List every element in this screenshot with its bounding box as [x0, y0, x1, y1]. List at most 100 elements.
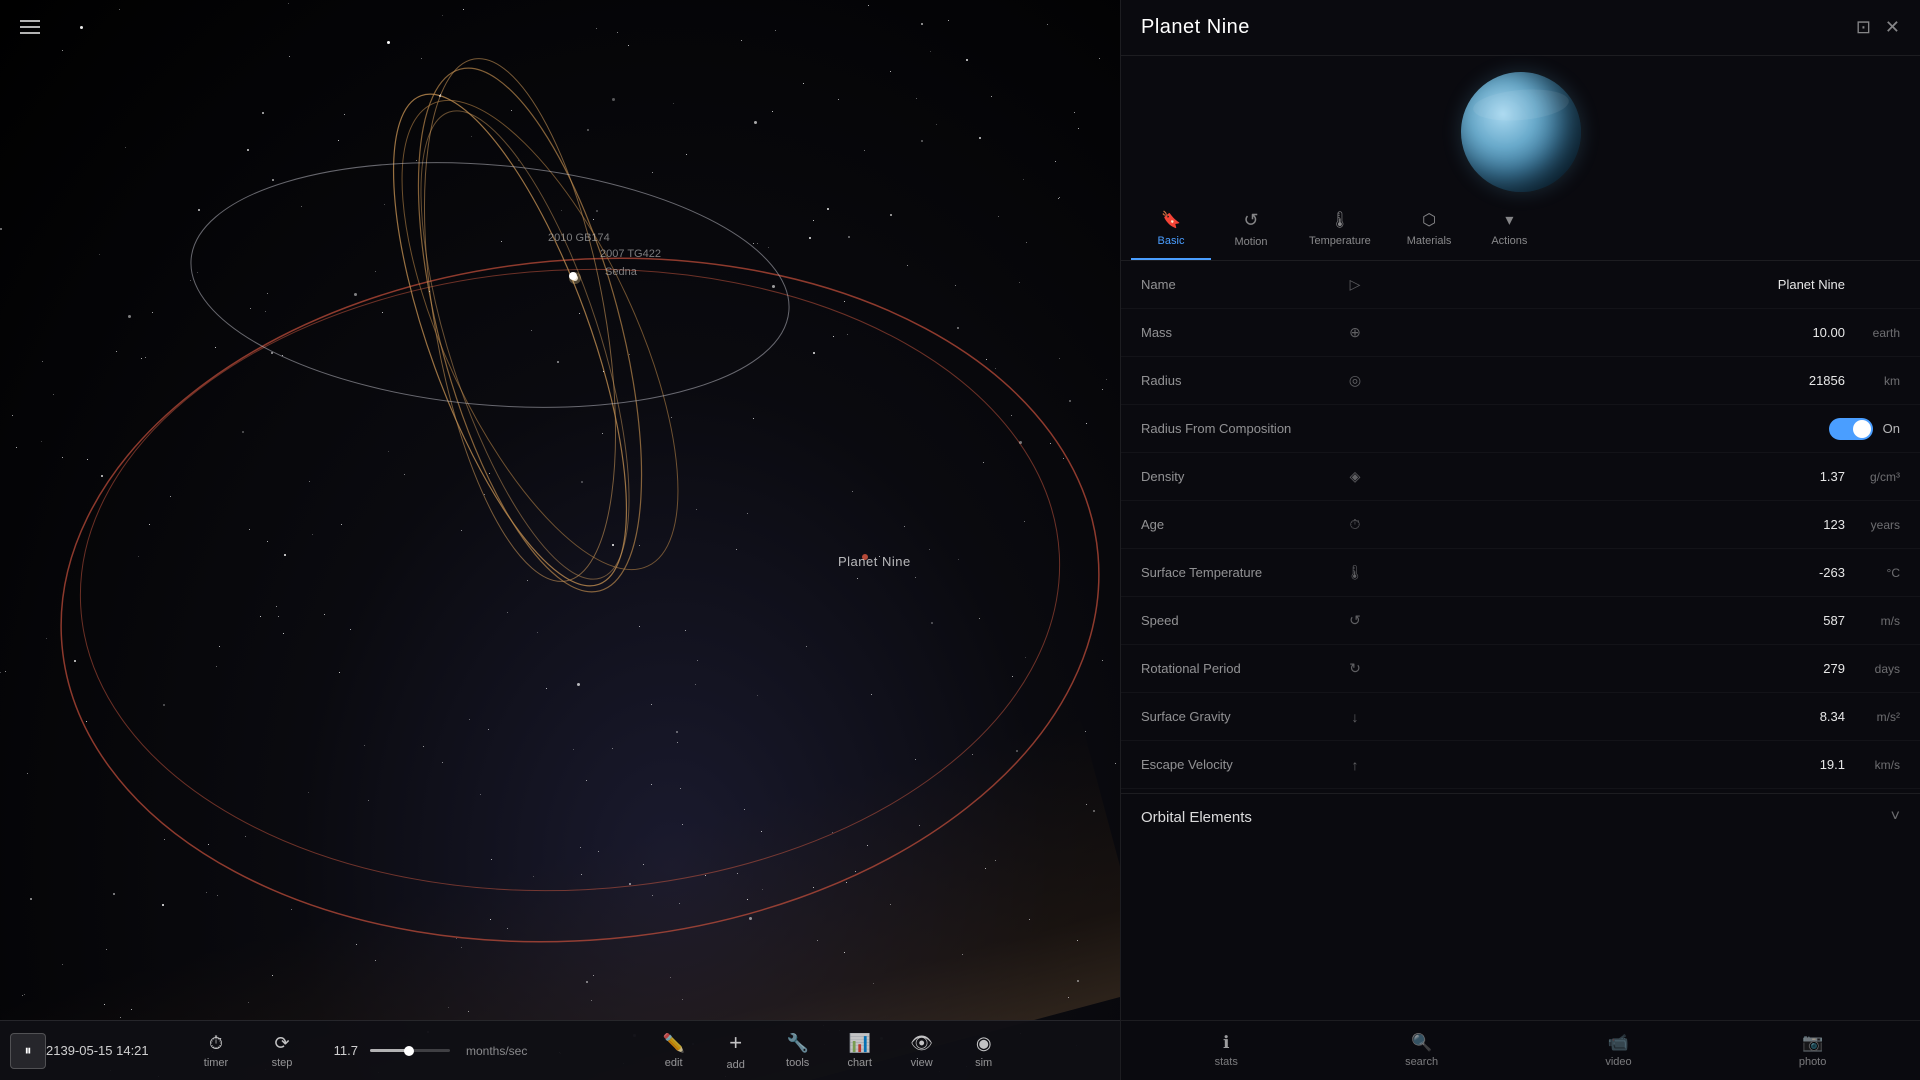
properties-list: Name ▷ Planet Nine Mass ⊕ 10.00 earth Ra…: [1121, 261, 1920, 1020]
pause-button[interactable]: ⏸: [10, 1033, 46, 1069]
prop-row-radius: Radius ◎ 21856 km: [1121, 357, 1920, 405]
prop-icon-surface-gravity: ↓: [1341, 709, 1369, 725]
speed-slider[interactable]: [370, 1049, 450, 1052]
edit-tool[interactable]: ✏️ edit: [644, 1028, 704, 1074]
space-background: 2010 GB174 2007 TG422 Sedna Planet Nine: [0, 0, 1120, 1080]
search-tool[interactable]: 🔍 search: [1393, 1028, 1450, 1073]
prop-unit-surface-temp: °C: [1845, 566, 1900, 580]
step-button[interactable]: ⟳ step: [252, 1028, 312, 1074]
panel-bottom-bar: ℹ stats 🔍 search 📹 video 📷 photo: [1121, 1020, 1920, 1080]
speed-unit: months/sec: [466, 1044, 527, 1058]
prop-row-age: Age ⏱ 123 years: [1121, 501, 1920, 549]
timer-button[interactable]: ⏱ timer: [186, 1028, 246, 1074]
prop-unit-escape-velocity: km/s: [1845, 758, 1900, 772]
prop-unit-age: years: [1845, 518, 1900, 532]
prop-value-radius: 21856: [1369, 373, 1845, 388]
prop-label-surface-temp: Surface Temperature: [1141, 565, 1341, 580]
prop-value-name: Planet Nine: [1369, 277, 1845, 292]
prop-label-rotational-period: Rotational Period: [1141, 661, 1341, 676]
prop-row-surface-temp: Surface Temperature 🌡 -263 °C: [1121, 549, 1920, 597]
prop-label-speed: Speed: [1141, 613, 1341, 628]
prop-icon-mass: ⊕: [1341, 324, 1369, 341]
time-display: 2139-05-15 14:21: [46, 1043, 186, 1058]
prop-row-escape-velocity: Escape Velocity ↑ 19.1 km/s: [1121, 741, 1920, 789]
prop-value-speed: 587: [1369, 613, 1845, 628]
prop-row-name: Name ▷ Planet Nine: [1121, 261, 1920, 309]
pin-button[interactable]: ⊡: [1856, 17, 1871, 38]
right-panel: Planet Nine ⊡ ✕ 🔖 Basic ↺ Motion 🌡 Tempe…: [1120, 0, 1920, 1080]
toolbar-tools: ✏️ edit + add 🔧 tools 📊 chart 👁 view ◉ s…: [547, 1025, 1110, 1076]
prop-unit-mass: earth: [1845, 326, 1900, 340]
prop-label-escape-velocity: Escape Velocity: [1141, 757, 1341, 772]
prop-label-age: Age: [1141, 517, 1341, 532]
toggle-container: On: [1341, 418, 1900, 440]
tab-actions[interactable]: ▾ Actions: [1469, 200, 1549, 260]
orbital-elements-header[interactable]: Orbital Elements ˅: [1121, 793, 1920, 840]
prop-value-mass: 10.00: [1369, 325, 1845, 340]
prop-icon-rotational-period: ↻: [1341, 660, 1369, 677]
kbo-label-1: 2010 GB174: [548, 232, 610, 244]
prop-label-radius-composition: Radius From Composition: [1141, 421, 1341, 436]
prop-label-radius: Radius: [1141, 373, 1341, 388]
orbital-elements-title: Orbital Elements: [1141, 809, 1252, 826]
panel-title: Planet Nine: [1141, 16, 1250, 39]
prop-value-age: 123: [1369, 517, 1845, 532]
prop-unit-rotational-period: days: [1845, 662, 1900, 676]
prop-label-surface-gravity: Surface Gravity: [1141, 709, 1341, 724]
kbo-label-2: 2007 TG422: [600, 248, 661, 260]
prop-icon-radius: ◎: [1341, 372, 1369, 389]
chart-tool[interactable]: 📊 chart: [830, 1028, 890, 1074]
add-tool[interactable]: + add: [706, 1025, 766, 1076]
photo-tool[interactable]: 📷 photo: [1787, 1028, 1839, 1073]
orbital-canvas: [0, 0, 1120, 1080]
tab-nav: 🔖 Basic ↺ Motion 🌡 Temperature ⬡ Materia…: [1121, 200, 1920, 261]
hamburger-menu[interactable]: [14, 14, 46, 40]
planet-thumbnail: [1121, 56, 1920, 200]
prop-label-mass: Mass: [1141, 325, 1341, 340]
prop-row-surface-gravity: Surface Gravity ↓ 8.34 m/s²: [1121, 693, 1920, 741]
panel-header: Planet Nine ⊡ ✕: [1121, 0, 1920, 56]
prop-row-density: Density ◈ 1.37 g/cm³: [1121, 453, 1920, 501]
prop-label-density: Density: [1141, 469, 1341, 484]
prop-icon-surface-temp: 🌡: [1341, 564, 1369, 581]
kbo-label-3: Sedna: [605, 266, 637, 278]
prop-unit-radius: km: [1845, 374, 1900, 388]
prop-row-rotational-period: Rotational Period ↻ 279 days: [1121, 645, 1920, 693]
prop-row-mass: Mass ⊕ 10.00 earth: [1121, 309, 1920, 357]
tab-materials[interactable]: ⬡ Materials: [1389, 200, 1470, 260]
timer-controls: ⏱ timer ⟳ step 11.7 months/sec: [186, 1028, 527, 1074]
prop-icon-escape-velocity: ↑: [1341, 757, 1369, 773]
prop-value-density: 1.37: [1369, 469, 1845, 484]
speed-value: 11.7: [318, 1043, 358, 1058]
close-button[interactable]: ✕: [1885, 17, 1900, 38]
prop-unit-density: g/cm³: [1845, 470, 1900, 484]
planet-sphere: [1461, 72, 1581, 192]
tab-motion[interactable]: ↺ Motion: [1211, 200, 1291, 260]
radius-composition-toggle[interactable]: [1829, 418, 1873, 440]
prop-value-rotational-period: 279: [1369, 661, 1845, 676]
prop-unit-surface-gravity: m/s²: [1845, 710, 1900, 724]
prop-unit-speed: m/s: [1845, 614, 1900, 628]
prop-row-radius-composition: Radius From Composition On: [1121, 405, 1920, 453]
prop-value-escape-velocity: 19.1: [1369, 757, 1845, 772]
prop-label-name: Name: [1141, 277, 1341, 292]
toggle-label-on: On: [1883, 421, 1900, 436]
video-tool[interactable]: 📹 video: [1593, 1028, 1643, 1073]
orbital-elements-chevron: ˅: [1891, 808, 1900, 826]
prop-icon-speed: ↺: [1341, 612, 1369, 629]
prop-icon-age: ⏱: [1341, 516, 1369, 533]
prop-icon-density: ◈: [1341, 468, 1369, 485]
tools-tool[interactable]: 🔧 tools: [768, 1028, 828, 1074]
panel-controls: ⊡ ✕: [1856, 17, 1900, 38]
prop-value-surface-gravity: 8.34: [1369, 709, 1845, 724]
tab-temperature[interactable]: 🌡 Temperature: [1291, 200, 1389, 260]
prop-icon-name: ▷: [1341, 276, 1369, 293]
main-toolbar: ⏸ 2139-05-15 14:21 ⏱ timer ⟳ step 11.7 m…: [0, 1020, 1120, 1080]
tab-basic[interactable]: 🔖 Basic: [1131, 200, 1211, 260]
sim-tool[interactable]: ◉ sim: [954, 1028, 1014, 1074]
stats-tool[interactable]: ℹ stats: [1203, 1028, 1250, 1073]
view-tool[interactable]: 👁 view: [892, 1028, 952, 1074]
prop-value-surface-temp: -263: [1369, 565, 1845, 580]
prop-row-speed: Speed ↺ 587 m/s: [1121, 597, 1920, 645]
planet-nine-scene-label: Planet Nine: [838, 554, 911, 569]
